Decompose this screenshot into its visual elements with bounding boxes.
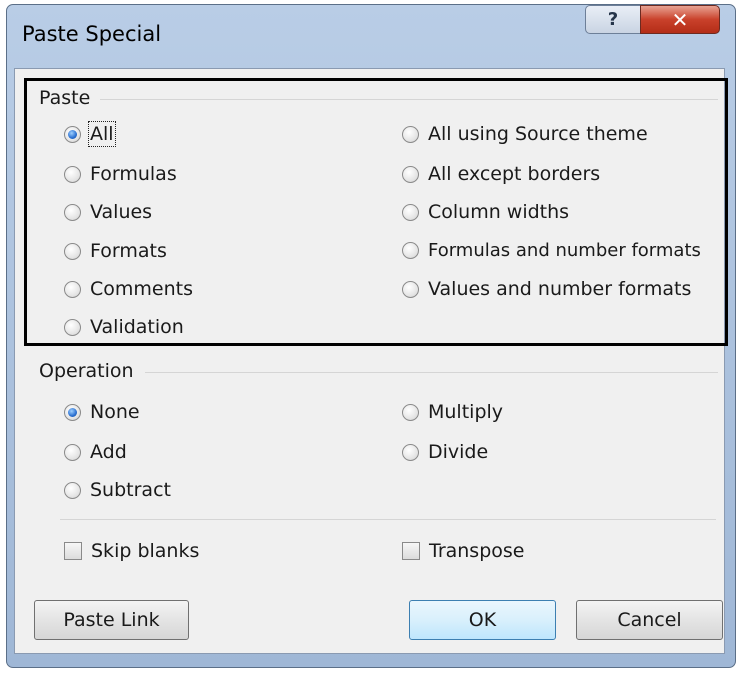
ok-button[interactable]: OK [409, 600, 556, 640]
radio-divide[interactable] [402, 443, 419, 461]
radio-none[interactable] [64, 403, 81, 421]
help-button[interactable]: ? [585, 5, 641, 34]
radio-subtract[interactable] [64, 481, 81, 499]
operation-option-subtract[interactable]: Subtract [64, 479, 171, 501]
radio-add[interactable] [64, 443, 81, 461]
operation-option-divide[interactable]: Divide [402, 441, 488, 463]
radio-multiply[interactable] [402, 403, 419, 421]
paste-group-highlight-border [24, 78, 728, 346]
checkbox-divider [60, 519, 716, 520]
transpose-option[interactable]: Transpose [402, 540, 524, 562]
close-button[interactable]: ✕ [640, 5, 720, 34]
paste-link-button[interactable]: Paste Link [34, 600, 189, 640]
operation-group-label: Operation [39, 360, 134, 382]
skip-blanks-option[interactable]: Skip blanks [64, 540, 199, 562]
operation-option-add-label: Add [90, 441, 127, 463]
operation-option-none-label: None [90, 401, 140, 423]
operation-option-multiply-label: Multiply [428, 401, 504, 423]
operation-option-none[interactable]: None [64, 401, 140, 423]
operation-option-divide-label: Divide [428, 441, 489, 463]
skip-blanks-checkbox[interactable] [64, 542, 82, 560]
operation-option-add[interactable]: Add [64, 441, 127, 463]
transpose-label: Transpose [429, 540, 525, 562]
skip-blanks-label: Skip blanks [91, 540, 200, 562]
close-icon: ✕ [671, 7, 689, 32]
operation-group-divider [145, 372, 718, 373]
dialog-title: Paste Special [22, 22, 162, 46]
transpose-checkbox[interactable] [402, 542, 420, 560]
cancel-button[interactable]: Cancel [576, 600, 723, 640]
operation-option-multiply[interactable]: Multiply [402, 401, 503, 423]
help-icon: ? [607, 9, 619, 30]
operation-option-subtract-label: Subtract [90, 479, 171, 501]
